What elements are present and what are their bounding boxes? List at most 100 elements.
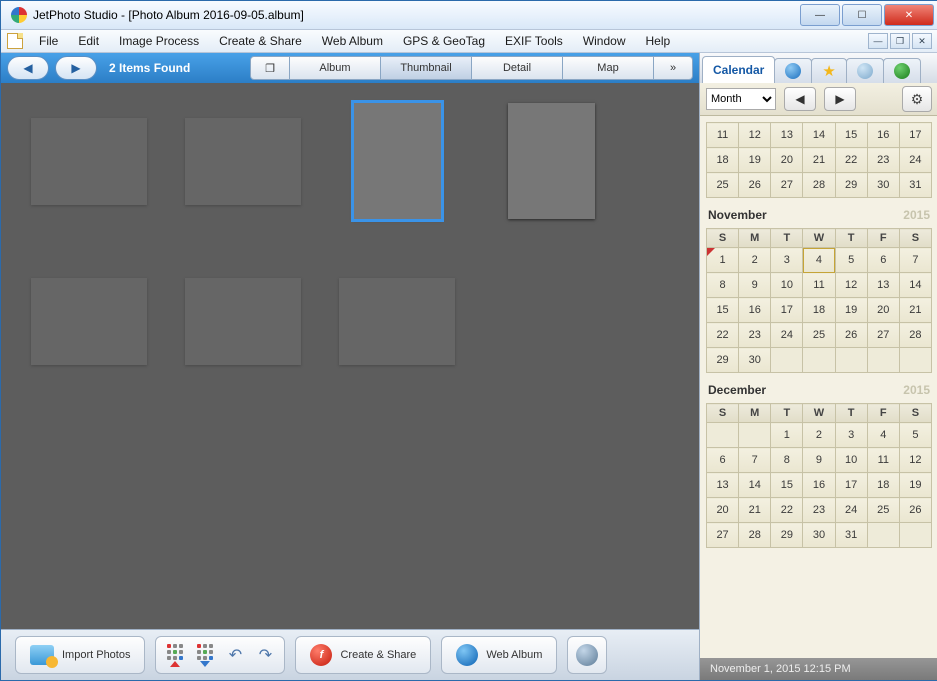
calendar-day[interactable]: 13	[771, 123, 803, 148]
calendar-day[interactable]: 29	[835, 173, 867, 198]
calendar-day[interactable]: 8	[707, 273, 739, 298]
calendar-day[interactable]: 18	[867, 473, 899, 498]
photo-thumbnail[interactable]	[339, 263, 455, 379]
cal-next-button[interactable]: ▶	[824, 87, 856, 111]
photo-thumbnail[interactable]	[339, 103, 455, 219]
view-detail-tab[interactable]: Detail	[472, 56, 563, 80]
calendar-day[interactable]: 19	[739, 148, 771, 173]
photo-thumbnail[interactable]	[493, 103, 609, 219]
menu-exif-tools[interactable]: EXIF Tools	[495, 31, 573, 51]
calendar-day[interactable]: 11	[803, 273, 835, 298]
calendar-day[interactable]: 25	[707, 173, 739, 198]
pages-icon-button[interactable]: ❐	[250, 56, 290, 80]
calendar-day[interactable]: 9	[803, 448, 835, 473]
calendar-day[interactable]: 5	[835, 248, 867, 273]
calendar-day[interactable]: 23	[867, 148, 899, 173]
menu-create-share[interactable]: Create & Share	[209, 31, 312, 51]
calendar-day[interactable]: 17	[835, 473, 867, 498]
calendar-day[interactable]: 30	[739, 348, 771, 373]
calendar-day[interactable]: 16	[803, 473, 835, 498]
mdi-minimize-button[interactable]: ―	[868, 33, 888, 49]
redo-button[interactable]: ↷	[252, 642, 278, 668]
calendar-day[interactable]: 23	[803, 498, 835, 523]
create-share-button[interactable]: f Create & Share	[295, 636, 431, 674]
photo-thumbnail[interactable]	[31, 263, 147, 379]
calendar-day[interactable]: 26	[739, 173, 771, 198]
calendar-day[interactable]: 1	[707, 248, 739, 273]
calendar-day[interactable]: 19	[899, 473, 931, 498]
calendar-day[interactable]: 6	[867, 248, 899, 273]
mdi-close-button[interactable]: ✕	[912, 33, 932, 49]
calendar-day[interactable]: 13	[867, 273, 899, 298]
calendar-day[interactable]: 21	[803, 148, 835, 173]
window-maximize-button[interactable]: ☐	[842, 4, 882, 26]
calendar-day[interactable]: 27	[771, 173, 803, 198]
window-close-button[interactable]: ✕	[884, 4, 934, 26]
undo-button[interactable]: ↶	[222, 642, 248, 668]
calendar-day[interactable]: 14	[899, 273, 931, 298]
thumbnail-area[interactable]	[1, 83, 699, 629]
calendar-day[interactable]: 2	[739, 248, 771, 273]
calendar-day[interactable]: 24	[835, 498, 867, 523]
calendar-day[interactable]: 15	[771, 473, 803, 498]
calendar-day[interactable]: 21	[899, 298, 931, 323]
menu-edit[interactable]: Edit	[68, 31, 109, 51]
calendar-day[interactable]: 3	[771, 248, 803, 273]
calendar-day[interactable]: 7	[899, 248, 931, 273]
calendar-day[interactable]: 27	[867, 323, 899, 348]
calendar-day[interactable]: 22	[835, 148, 867, 173]
calendar-day[interactable]: 31	[899, 173, 931, 198]
calendar-day[interactable]: 15	[835, 123, 867, 148]
calendar-day[interactable]: 4	[803, 248, 835, 273]
calendar-day[interactable]: 1	[771, 423, 803, 448]
calendar-day[interactable]: 14	[739, 473, 771, 498]
photo-thumbnail[interactable]	[185, 103, 301, 219]
calendar-day[interactable]: 30	[803, 523, 835, 548]
tab-favorites[interactable]: ★	[811, 58, 846, 83]
google-earth-button[interactable]	[567, 636, 607, 674]
calendar-day[interactable]: 5	[899, 423, 931, 448]
calendar-day[interactable]: 11	[867, 448, 899, 473]
nav-back-button[interactable]: ◀	[7, 56, 49, 80]
view-more-button[interactable]: »	[654, 56, 693, 80]
menu-image-process[interactable]: Image Process	[109, 31, 209, 51]
window-minimize-button[interactable]: ―	[800, 4, 840, 26]
calendar-day[interactable]: 10	[835, 448, 867, 473]
calendar-day[interactable]: 20	[707, 498, 739, 523]
mdi-restore-button[interactable]: ❐	[890, 33, 910, 49]
calendar-day[interactable]: 28	[803, 173, 835, 198]
calendar-day[interactable]: 18	[803, 298, 835, 323]
tab-geo[interactable]	[883, 58, 921, 83]
calendar-day[interactable]: 25	[867, 498, 899, 523]
calendar-day[interactable]: 21	[739, 498, 771, 523]
calendar-day[interactable]: 3	[835, 423, 867, 448]
calendar-day[interactable]: 10	[771, 273, 803, 298]
photo-thumbnail[interactable]	[31, 103, 147, 219]
tab-time[interactable]	[846, 58, 884, 83]
calendar-day[interactable]: 22	[707, 323, 739, 348]
calendar-day[interactable]: 23	[739, 323, 771, 348]
calendar-day[interactable]: 28	[899, 323, 931, 348]
calendar-day[interactable]: 9	[739, 273, 771, 298]
view-map-tab[interactable]: Map	[563, 56, 654, 80]
menu-web-album[interactable]: Web Album	[312, 31, 393, 51]
cal-settings-button[interactable]: ⚙	[902, 86, 932, 112]
calendar-day[interactable]: 25	[803, 323, 835, 348]
calendar-day[interactable]: 16	[867, 123, 899, 148]
calendar-day[interactable]: 12	[739, 123, 771, 148]
calendar-day[interactable]: 28	[739, 523, 771, 548]
nav-forward-button[interactable]: ▶	[55, 56, 97, 80]
calendar-day[interactable]: 19	[835, 298, 867, 323]
calendar-day[interactable]: 18	[707, 148, 739, 173]
menu-window[interactable]: Window	[573, 31, 636, 51]
sort-ascending-button[interactable]	[162, 642, 188, 668]
calendar-day[interactable]: 26	[835, 323, 867, 348]
calendar-day[interactable]: 20	[771, 148, 803, 173]
cal-prev-button[interactable]: ◀	[784, 87, 816, 111]
calendar-day[interactable]: 22	[771, 498, 803, 523]
calendar-day[interactable]: 20	[867, 298, 899, 323]
calendar-day[interactable]: 13	[707, 473, 739, 498]
calendar-day[interactable]: 7	[739, 448, 771, 473]
calendar-day[interactable]: 4	[867, 423, 899, 448]
calendar-day[interactable]: 14	[803, 123, 835, 148]
